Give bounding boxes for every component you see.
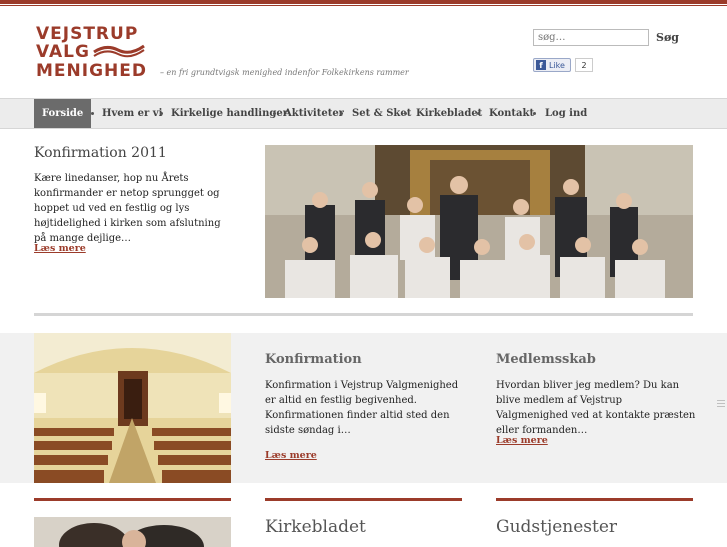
nav-bullet (533, 112, 536, 115)
nav-bullet (404, 112, 407, 115)
medlemsskab-text: Hvordan bliver jeg medlem? Du kan blive … (496, 380, 696, 436)
top-border (0, 0, 727, 4)
nav-item-kirkelige-handlinger[interactable]: Kirkelige handlinger (171, 99, 288, 128)
medlemsskab-read-more-link[interactable]: Læs mere (496, 435, 548, 446)
nav-item-aktiviteter[interactable]: Aktiviteter (284, 99, 344, 128)
tagline: – en fri grundtvigsk menighed indenfor F… (160, 68, 409, 77)
nav-item-log-ind[interactable]: Log ind (545, 99, 587, 128)
logo-line-2: VALG (36, 42, 90, 62)
section-separator (496, 498, 693, 501)
nav-bullet (273, 112, 276, 115)
like-label: Like (549, 60, 565, 70)
nav-item-forside[interactable]: Forside (34, 99, 92, 128)
facebook-icon: f (536, 60, 546, 70)
logo-line-1: VEJSTRUP (36, 24, 139, 44)
main-nav: Forside Hvem er vi Kirkelige handlinger … (0, 98, 727, 129)
like-count: 2 (575, 58, 593, 72)
kirkebladet-section-title[interactable]: Kirkebladet (265, 517, 366, 537)
section-separator (34, 498, 231, 501)
konfirmation-text: Konfirmation i Vejstrup Valgmenighed er … (265, 380, 459, 436)
feature-read-more-link[interactable]: Læs mere (34, 243, 86, 254)
nav-bullet (160, 112, 163, 115)
nav-item-hvem-er-vi[interactable]: Hvem er vi (102, 99, 162, 128)
logo-wave-icon (93, 44, 145, 58)
medlemsskab-title[interactable]: Medlemsskab (496, 352, 596, 367)
nav-item-set-sket[interactable]: Set & Sket (352, 99, 411, 128)
gudstjenester-section-title[interactable]: Gudstjenester (496, 517, 617, 537)
people-photo[interactable] (34, 517, 231, 547)
search-input[interactable] (533, 29, 649, 46)
nav-bullet (477, 112, 480, 115)
feature-text: Kære linedanser, hop nu Årets konfirmand… (34, 173, 221, 244)
feature-title[interactable]: Konfirmation 2011 (34, 145, 167, 161)
nav-item-kirkebladet[interactable]: Kirkebladet (416, 99, 482, 128)
section-divider (34, 313, 693, 316)
resize-grip-icon[interactable] (717, 400, 726, 412)
nav-bullet (91, 112, 94, 115)
top-border-thin (0, 5, 727, 6)
konfirmation-read-more-link[interactable]: Læs mere (265, 450, 317, 461)
search-button[interactable]: Søg (656, 31, 679, 44)
facebook-like-button[interactable]: f Like (533, 58, 571, 72)
church-interior-photo[interactable] (34, 333, 231, 483)
nav-item-kontakt[interactable]: Kontakt (489, 99, 534, 128)
site-logo[interactable]: VEJSTRUP VALG MENIGHED (36, 24, 148, 81)
logo-line-3: MENIGHED (36, 61, 147, 81)
confirmation-group-photo[interactable] (265, 145, 693, 298)
konfirmation-title[interactable]: Konfirmation (265, 352, 362, 367)
section-separator (265, 498, 462, 501)
nav-bullet (340, 112, 343, 115)
